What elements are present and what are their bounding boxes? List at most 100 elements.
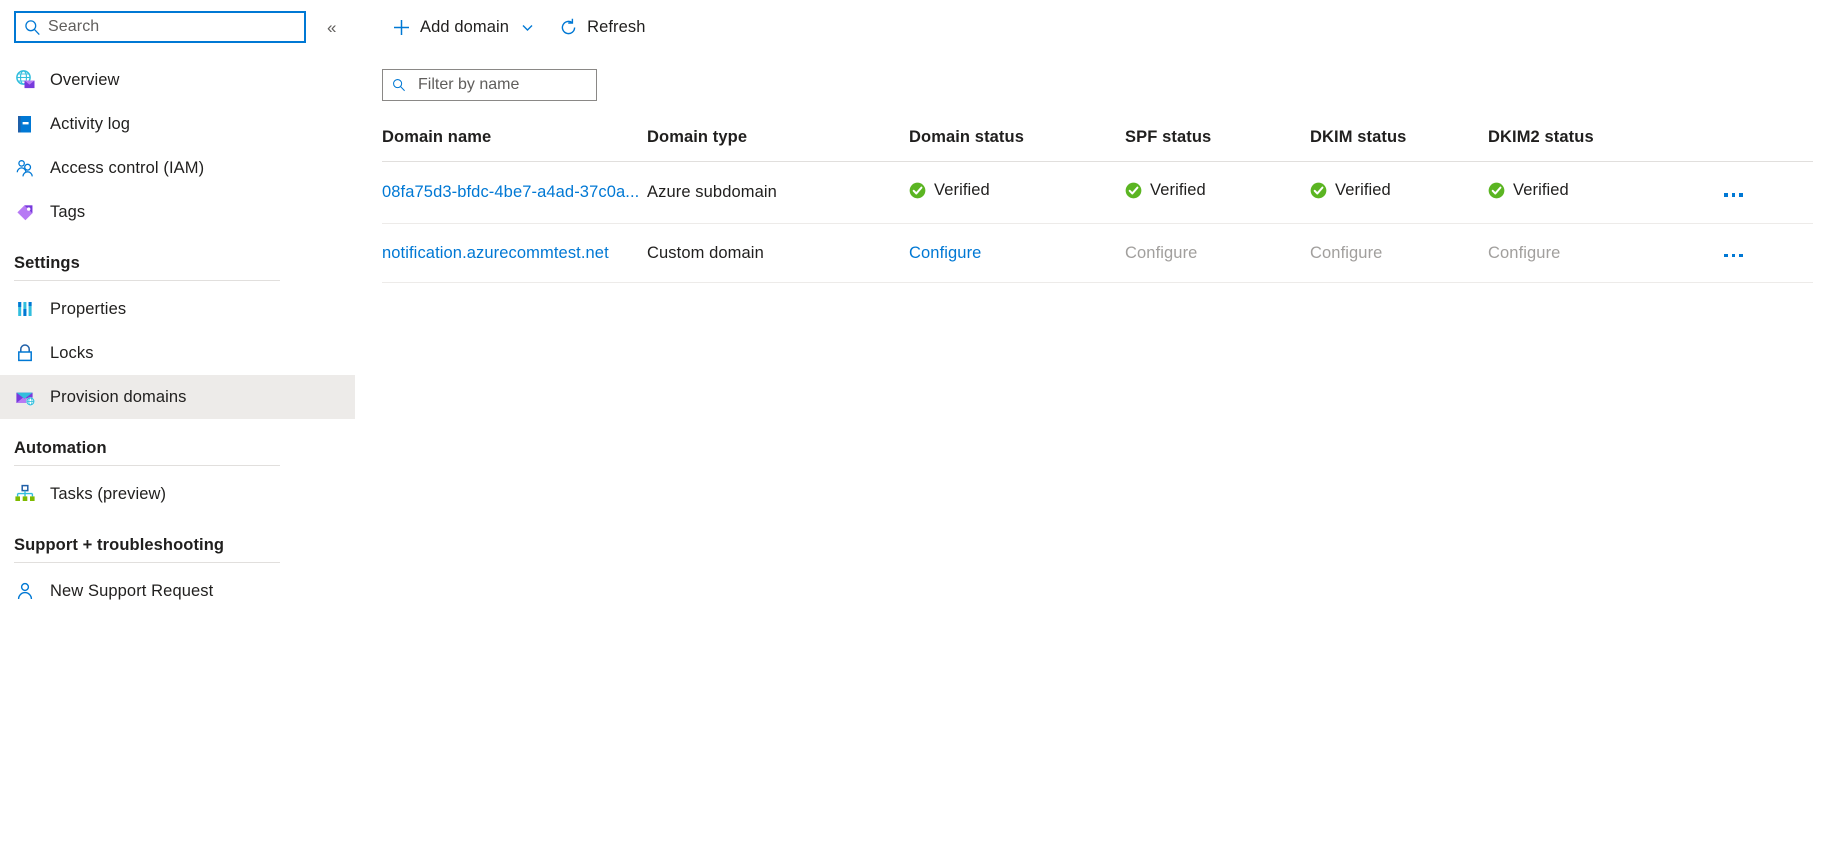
cell-dkim-status: Verified: [1310, 161, 1488, 224]
plus-icon: [392, 18, 411, 37]
configure-dkim2-status-disabled: Configure: [1488, 243, 1561, 262]
cell-domain-name: 08fa75d3-bfdc-4be7-a4ad-37c0a...: [382, 161, 647, 224]
filter-by-name-box[interactable]: [382, 69, 597, 101]
ellipsis-dot: [1724, 253, 1728, 257]
sidebar-group-divider: [14, 465, 280, 466]
sidebar-group-settings: Settings Properties Locks Provision doma…: [0, 234, 370, 419]
status-text: Verified: [1335, 181, 1391, 199]
provision-domains-mail-globe-icon: [14, 386, 36, 408]
sidebar-group-automation: Automation Tasks (preview): [0, 419, 370, 516]
verified-check-icon: [1488, 182, 1505, 199]
configure-spf-status-disabled: Configure: [1125, 243, 1198, 262]
configure-dkim-status-disabled: Configure: [1310, 243, 1383, 262]
sidebar-group-title: Support + troubleshooting: [14, 536, 225, 554]
overview-globe-mail-icon: [14, 69, 36, 91]
cell-dkim2-status: Configure: [1488, 223, 1718, 283]
status-badge: Verified: [1488, 181, 1569, 200]
column-header-dkim2-status[interactable]: DKIM2 status: [1488, 128, 1718, 162]
configure-domain-status-link[interactable]: Configure: [909, 244, 981, 263]
column-header-domain-name[interactable]: Domain name: [382, 128, 647, 162]
locks-padlock-icon: [14, 342, 36, 364]
collapse-menu-button[interactable]: «: [322, 15, 341, 40]
search-icon: [25, 19, 40, 35]
cell-spf-status: Verified: [1125, 161, 1310, 224]
sidebar-item-label: Provision domains: [50, 387, 187, 406]
table-row: 08fa75d3-bfdc-4be7-a4ad-37c0a... Azure s…: [382, 161, 1813, 224]
column-header-spf-status[interactable]: SPF status: [1125, 128, 1310, 162]
sidebar-item-tags[interactable]: Tags: [0, 190, 355, 234]
sidebar-item-label: Properties: [50, 299, 127, 318]
column-header-actions: [1718, 128, 1813, 162]
sidebar-item-access-control[interactable]: Access control (IAM): [0, 146, 355, 190]
cell-domain-status: Verified: [909, 161, 1125, 224]
verified-check-icon: [909, 182, 926, 199]
cell-domain-type: Custom domain: [647, 223, 909, 283]
sidebar-item-tasks[interactable]: Tasks (preview): [0, 472, 355, 516]
cell-spf-status: Configure: [1125, 223, 1310, 283]
cell-row-actions: [1718, 223, 1813, 283]
cell-domain-status: Configure: [909, 223, 1125, 283]
cell-row-actions: [1718, 161, 1813, 224]
domains-table: Domain name Domain type Domain status SP…: [382, 128, 1813, 283]
sidebar-item-overview[interactable]: Overview: [0, 58, 355, 102]
properties-bars-icon: [14, 298, 36, 320]
search-input[interactable]: Search: [14, 11, 306, 43]
column-header-domain-status[interactable]: Domain status: [909, 128, 1125, 162]
sidebar-group-divider: [14, 562, 280, 563]
access-control-people-icon: [14, 157, 36, 179]
status-text: Verified: [1513, 181, 1569, 199]
column-header-dkim-status[interactable]: DKIM status: [1310, 128, 1488, 162]
search-placeholder-text: Search: [48, 18, 100, 35]
column-header-domain-type[interactable]: Domain type: [647, 128, 909, 162]
sidebar-item-new-support-request[interactable]: New Support Request: [0, 569, 355, 613]
sidebar-item-activity-log[interactable]: Activity log: [0, 102, 355, 146]
azure-portal-provision-domains-page: Search « Overview Activity log Access co…: [0, 0, 1827, 860]
sidebar-item-locks[interactable]: Locks: [0, 331, 355, 375]
row-context-menu-button[interactable]: [1718, 187, 1749, 203]
sidebar-item-properties[interactable]: Properties: [0, 287, 355, 331]
support-person-icon: [14, 580, 36, 602]
cell-dkim-status: Configure: [1310, 223, 1488, 283]
sidebar-search-row: Search «: [0, 10, 370, 44]
status-badge: Verified: [1310, 181, 1391, 200]
status-badge: Verified: [1125, 181, 1206, 200]
row-context-menu-button[interactable]: [1718, 248, 1749, 264]
cell-domain-name: notification.azurecommtest.net: [382, 223, 647, 283]
verified-check-icon: [1310, 182, 1327, 199]
sidebar-group-title: Automation: [14, 439, 107, 457]
activity-log-book-icon: [14, 113, 36, 135]
resource-menu-sidebar: Search « Overview Activity log Access co…: [0, 0, 370, 860]
sidebar-item-label: New Support Request: [50, 581, 214, 600]
search-icon: [393, 79, 405, 92]
chevron-down-icon: [520, 20, 535, 35]
main-content: Add domain Refresh Filter by name Domain…: [370, 0, 1827, 860]
cell-dkim2-status: Verified: [1488, 161, 1718, 224]
domains-table-container: Domain name Domain type Domain status SP…: [382, 128, 1827, 283]
sidebar-group-divider: [14, 280, 280, 281]
refresh-icon: [559, 18, 578, 37]
ellipsis-dot: [1731, 253, 1735, 257]
sidebar-item-label: Locks: [50, 343, 94, 362]
sidebar-item-provision-domains[interactable]: Provision domains: [0, 375, 355, 419]
refresh-button[interactable]: Refresh: [549, 9, 655, 45]
domain-name-link[interactable]: 08fa75d3-bfdc-4be7-a4ad-37c0a...: [382, 183, 639, 202]
cell-domain-type: Azure subdomain: [647, 161, 909, 224]
add-domain-button[interactable]: Add domain: [382, 9, 545, 45]
tags-icon: [14, 201, 36, 223]
command-toolbar: Add domain Refresh: [370, 0, 1827, 54]
sidebar-group-support: Support + troubleshooting New Support Re…: [0, 516, 370, 613]
filter-by-name-input[interactable]: [415, 75, 587, 95]
status-text: Verified: [1150, 181, 1206, 199]
tasks-hierarchy-icon: [14, 483, 36, 505]
sidebar-item-label: Tags: [50, 202, 86, 221]
status-text: Verified: [934, 181, 990, 199]
sidebar-item-label: Tasks (preview): [50, 484, 167, 503]
table-header-row: Domain name Domain type Domain status SP…: [382, 128, 1813, 162]
refresh-label: Refresh: [587, 17, 646, 36]
domain-name-link[interactable]: notification.azurecommtest.net: [382, 244, 609, 263]
sidebar-item-label: Access control (IAM): [50, 158, 205, 177]
sidebar-item-label: Overview: [50, 70, 120, 89]
ellipsis-dot: [1724, 193, 1728, 197]
table-row: notification.azurecommtest.net Custom do…: [382, 223, 1813, 283]
verified-check-icon: [1125, 182, 1142, 199]
